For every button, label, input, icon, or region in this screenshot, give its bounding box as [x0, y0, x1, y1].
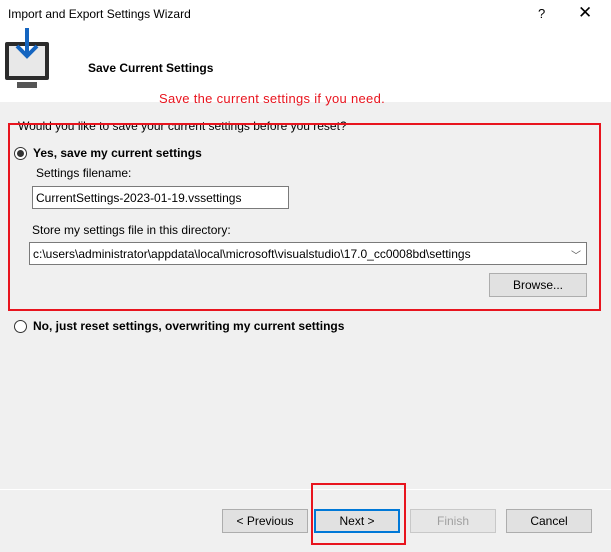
directory-combobox[interactable]: c:\users\administrator\appdata\local\mic… — [29, 242, 587, 265]
annotation-note: Save the current settings if you need. — [159, 91, 386, 106]
radio-reset-only-label[interactable]: No, just reset settings, overwriting my … — [33, 319, 344, 333]
close-button[interactable]: ✕ — [578, 3, 592, 23]
radio-save-settings[interactable] — [14, 147, 27, 160]
filename-label: Settings filename: — [36, 166, 132, 180]
cancel-button[interactable]: Cancel — [506, 509, 592, 533]
radio-reset-only[interactable] — [14, 320, 27, 333]
help-button[interactable]: ? — [538, 6, 545, 21]
directory-label: Store my settings file in this directory… — [32, 223, 231, 237]
highlight-box-next — [311, 483, 406, 545]
filename-input[interactable] — [32, 186, 289, 209]
footer-divider — [0, 489, 611, 490]
chevron-down-icon[interactable]: ﹀ — [571, 247, 581, 262]
previous-button[interactable]: < Previous — [222, 509, 308, 533]
title-bar: Import and Export Settings Wizard ? ✕ — [0, 0, 611, 28]
browse-button[interactable]: Browse... — [489, 273, 587, 297]
finish-button: Finish — [410, 509, 496, 533]
page-title: Save Current Settings — [88, 61, 214, 75]
monitor-download-icon — [5, 28, 49, 88]
directory-value[interactable]: c:\users\administrator\appdata\local\mic… — [33, 247, 471, 261]
window-title: Import and Export Settings Wizard — [8, 7, 191, 21]
radio-save-settings-label[interactable]: Yes, save my current settings — [33, 146, 202, 160]
